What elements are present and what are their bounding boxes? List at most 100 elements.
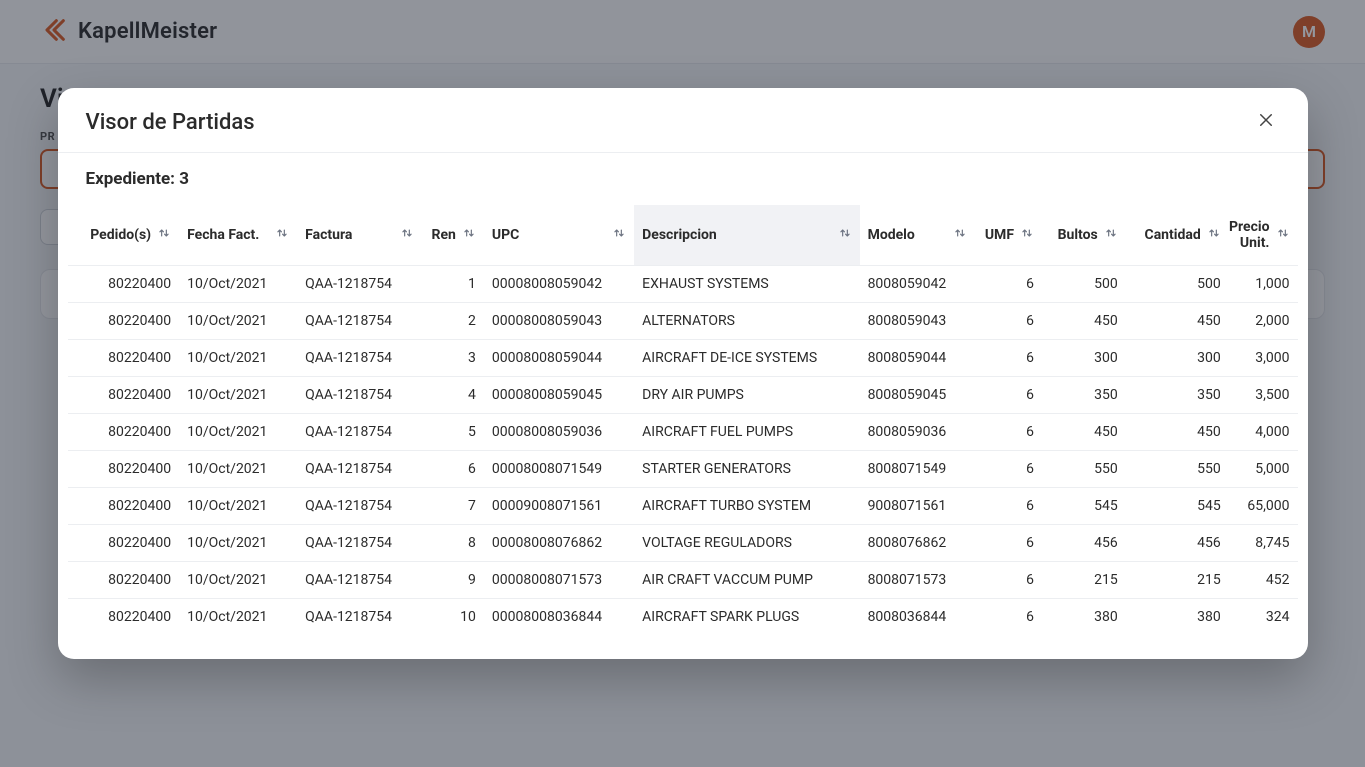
cell-fecha: 10/Oct/2021	[179, 488, 297, 525]
cell-desc: AIRCRAFT TURBO SYSTEM	[634, 488, 859, 525]
cell-umf: 6	[975, 562, 1042, 599]
cell-precio: 2,000	[1229, 303, 1298, 340]
cell-cantidad: 380	[1126, 599, 1229, 636]
cell-modelo: 8008059042	[860, 266, 976, 303]
sort-icon	[400, 226, 414, 244]
column-header-precio[interactable]: Precio Unit.	[1229, 205, 1298, 266]
column-header-upc[interactable]: UPC	[484, 205, 634, 266]
cell-desc: STARTER GENERATORS	[634, 451, 859, 488]
column-header-desc[interactable]: Descripcion	[634, 205, 859, 266]
modal-header: Visor de Partidas	[58, 88, 1308, 152]
cell-cantidad: 215	[1126, 562, 1229, 599]
cell-upc: 00008008059036	[484, 414, 634, 451]
cell-factura: QAA-1218754	[297, 414, 422, 451]
column-header-label: Fecha Fact.	[187, 227, 259, 243]
column-header-ren[interactable]: Ren	[422, 205, 484, 266]
table-wrap: Pedido(s) Fecha Fact. Factura Ren UPC Descrip…	[58, 197, 1308, 659]
cell-cantidad: 350	[1126, 377, 1229, 414]
sort-icon	[157, 226, 171, 244]
column-header-umf[interactable]: UMF	[975, 205, 1042, 266]
table-row[interactable]: 8022040010/Oct/2021QAA-12187547000090080…	[68, 488, 1298, 525]
cell-bultos: 500	[1042, 266, 1126, 303]
close-button[interactable]	[1252, 108, 1280, 136]
cell-upc: 00008008059044	[484, 340, 634, 377]
column-header-fecha[interactable]: Fecha Fact.	[179, 205, 297, 266]
cell-desc: AIRCRAFT DE-ICE SYSTEMS	[634, 340, 859, 377]
cell-ren: 6	[422, 451, 484, 488]
table-row[interactable]: 8022040010/Oct/2021QAA-12187542000080080…	[68, 303, 1298, 340]
cell-fecha: 10/Oct/2021	[179, 525, 297, 562]
table-row[interactable]: 8022040010/Oct/2021QAA-12187545000080080…	[68, 414, 1298, 451]
cell-pedido: 80220400	[68, 266, 180, 303]
cell-modelo: 8008059036	[860, 414, 976, 451]
cell-ren: 10	[422, 599, 484, 636]
table-row[interactable]: 8022040010/Oct/2021QAA-12187543000080080…	[68, 340, 1298, 377]
cell-bultos: 350	[1042, 377, 1126, 414]
cell-pedido: 80220400	[68, 599, 180, 636]
modal: Visor de Partidas Expediente: 3 Pedido(s…	[58, 88, 1308, 659]
table-row[interactable]: 8022040010/Oct/2021QAA-12187548000080080…	[68, 525, 1298, 562]
column-header-label: UMF	[985, 227, 1014, 243]
column-header-modelo[interactable]: Modelo	[860, 205, 976, 266]
modal-overlay[interactable]: Visor de Partidas Expediente: 3 Pedido(s…	[0, 0, 1365, 767]
cell-upc: 00008008036844	[484, 599, 634, 636]
column-header-cantidad[interactable]: Cantidad	[1126, 205, 1229, 266]
cell-umf: 6	[975, 488, 1042, 525]
cell-fecha: 10/Oct/2021	[179, 303, 297, 340]
cell-desc: EXHAUST SYSTEMS	[634, 266, 859, 303]
table-row[interactable]: 8022040010/Oct/2021QAA-12187544000080080…	[68, 377, 1298, 414]
cell-upc: 00008008071573	[484, 562, 634, 599]
cell-cantidad: 450	[1126, 414, 1229, 451]
cell-modelo: 8008059045	[860, 377, 976, 414]
cell-factura: QAA-1218754	[297, 303, 422, 340]
table-row[interactable]: 8022040010/Oct/2021QAA-12187541000080080…	[68, 266, 1298, 303]
table-row[interactable]: 8022040010/Oct/2021QAA-12187541000008008…	[68, 599, 1298, 636]
cell-factura: QAA-1218754	[297, 340, 422, 377]
cell-pedido: 80220400	[68, 340, 180, 377]
cell-pedido: 80220400	[68, 414, 180, 451]
cell-precio: 1,000	[1229, 266, 1298, 303]
cell-fecha: 10/Oct/2021	[179, 562, 297, 599]
cell-cantidad: 300	[1126, 340, 1229, 377]
column-header-label: Cantidad	[1145, 227, 1201, 243]
cell-bultos: 450	[1042, 303, 1126, 340]
column-header-bultos[interactable]: Bultos	[1042, 205, 1126, 266]
column-header-label: Descripcion	[642, 227, 717, 243]
cell-upc: 00008008059043	[484, 303, 634, 340]
cell-factura: QAA-1218754	[297, 562, 422, 599]
column-header-label: Pedido(s)	[90, 227, 151, 243]
cell-pedido: 80220400	[68, 525, 180, 562]
cell-desc: ALTERNATORS	[634, 303, 859, 340]
cell-bultos: 545	[1042, 488, 1126, 525]
cell-factura: QAA-1218754	[297, 451, 422, 488]
cell-umf: 6	[975, 525, 1042, 562]
cell-precio: 4,000	[1229, 414, 1298, 451]
column-header-label: Ren	[432, 227, 456, 243]
cell-fecha: 10/Oct/2021	[179, 377, 297, 414]
column-header-factura[interactable]: Factura	[297, 205, 422, 266]
cell-ren: 8	[422, 525, 484, 562]
cell-fecha: 10/Oct/2021	[179, 451, 297, 488]
table-row[interactable]: 8022040010/Oct/2021QAA-12187549000080080…	[68, 562, 1298, 599]
cell-fecha: 10/Oct/2021	[179, 266, 297, 303]
cell-precio: 3,500	[1229, 377, 1298, 414]
cell-precio: 3,000	[1229, 340, 1298, 377]
cell-cantidad: 545	[1126, 488, 1229, 525]
table-row[interactable]: 8022040010/Oct/2021QAA-12187546000080080…	[68, 451, 1298, 488]
column-header-pedido[interactable]: Pedido(s)	[68, 205, 180, 266]
table-body: 8022040010/Oct/2021QAA-12187541000080080…	[68, 266, 1298, 636]
table-header-row: Pedido(s) Fecha Fact. Factura Ren UPC Descrip…	[68, 205, 1298, 266]
cell-cantidad: 550	[1126, 451, 1229, 488]
cell-umf: 6	[975, 303, 1042, 340]
cell-upc: 00008008059045	[484, 377, 634, 414]
cell-upc: 00008008071549	[484, 451, 634, 488]
cell-ren: 9	[422, 562, 484, 599]
cell-precio: 324	[1229, 599, 1298, 636]
sort-icon	[953, 226, 967, 244]
cell-pedido: 80220400	[68, 562, 180, 599]
cell-upc: 00008008076862	[484, 525, 634, 562]
cell-modelo: 8008059043	[860, 303, 976, 340]
cell-precio: 5,000	[1229, 451, 1298, 488]
cell-fecha: 10/Oct/2021	[179, 599, 297, 636]
sort-icon	[1276, 226, 1290, 244]
